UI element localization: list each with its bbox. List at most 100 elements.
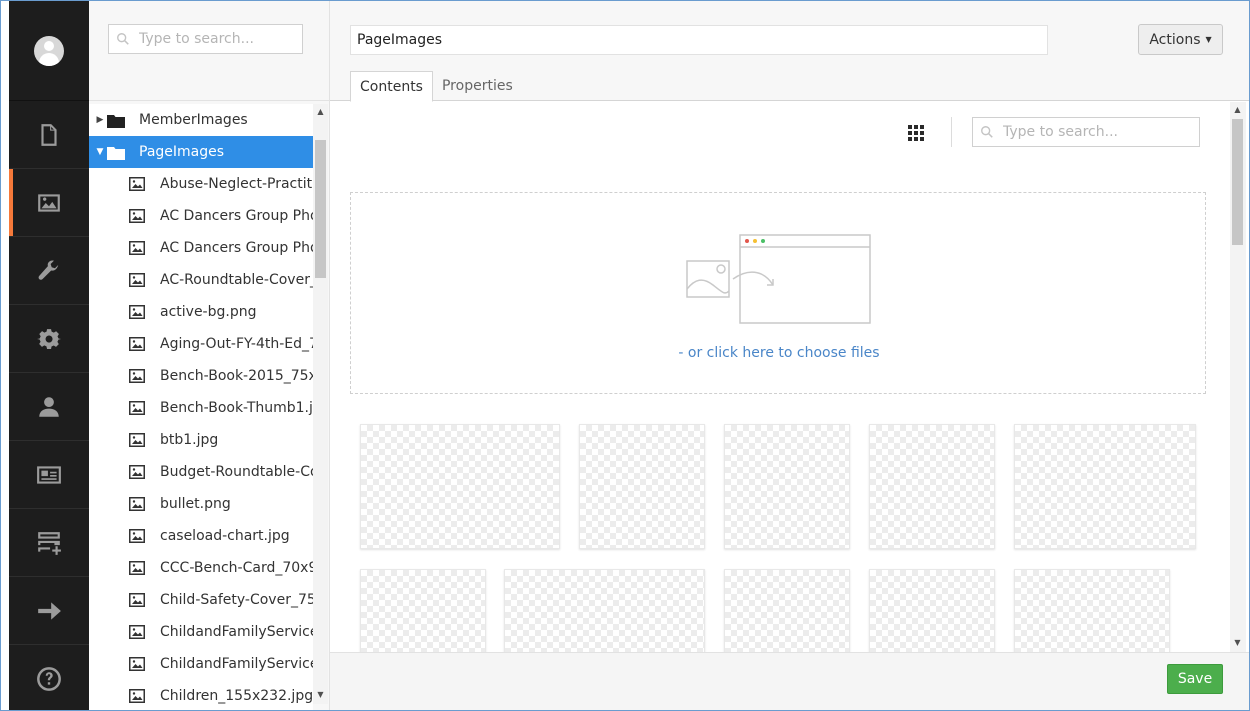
user-area [9,1,89,101]
image-file-icon [129,625,145,639]
tree-file-item[interactable]: Bench-Book-2015_75x9 [89,360,313,392]
nav-forms[interactable] [9,509,89,577]
tree-file-label: Abuse-Neglect-Practitio [160,176,313,192]
tree-file-item[interactable]: caseload-chart.jpg [89,520,313,552]
tree-file-item[interactable]: ChildandFamilyServices [89,648,313,680]
save-button[interactable]: Save [1167,664,1223,694]
tree-folder-pageimages[interactable]: ▼ PageImages [89,136,313,168]
tree-file-item[interactable]: AC-Roundtable-Cover_7 [89,264,313,296]
tree-file-item[interactable]: CCC-Bench-Card_70x98 [89,552,313,584]
user-icon [39,396,59,417]
upload-dropzone[interactable]: - or click here to choose files [350,192,1206,394]
image-file-icon [129,369,145,383]
tree-file-item[interactable]: Budget-Roundtable-Cov [89,456,313,488]
nav-developer[interactable] [9,305,89,373]
tree-file-label: Children_155x232.jpg [160,688,313,704]
tree-file-item[interactable]: active-bg.png [89,296,313,328]
nav-redirect[interactable] [9,577,89,645]
tree-file-label: active-bg.png [160,304,257,320]
tree-search-box[interactable] [108,24,303,54]
tree-file-item[interactable]: AC Dancers Group Phot [89,200,313,232]
tree-file-item[interactable]: bullet.png [89,488,313,520]
tree-file-item[interactable]: btb1.jpg [89,424,313,456]
tree-file-item[interactable]: Child-Safety-Cover_75x [89,584,313,616]
image-icon [38,193,60,212]
scroll-down-icon[interactable]: ▼ [313,687,328,702]
tree-file-item[interactable]: Aging-Out-FY-4th-Ed_75 [89,328,313,360]
image-file-icon [129,241,145,255]
actions-button[interactable]: Actions ▼ [1138,24,1223,55]
scroll-up-icon[interactable]: ▲ [313,104,328,119]
contents-panel: - or click here to choose files [330,102,1230,653]
content-search-input[interactable] [1003,124,1153,140]
tree-folder-label: MemberImages [139,112,248,128]
grid-view-icon[interactable] [908,125,924,141]
actions-label: Actions [1149,31,1201,48]
avatar[interactable] [34,35,64,66]
expand-arrow-icon[interactable]: ▶ [89,115,107,125]
nav-members[interactable] [9,441,89,509]
tree-file-item[interactable]: ChildandFamilyServices [89,616,313,648]
gear-icon [37,328,62,349]
nav-users[interactable] [9,373,89,441]
id-card-icon [37,465,61,484]
media-thumbnail[interactable] [360,569,486,653]
tree-file-label: AC Dancers Group Phot [160,208,313,224]
image-file-icon [129,593,145,607]
tree-folder-memberimages[interactable]: ▶ MemberImages [89,104,313,136]
media-thumbnail[interactable] [724,569,850,653]
nav-help[interactable] [9,645,89,710]
tree-file-label: btb1.jpg [160,432,219,448]
tab-contents[interactable]: Contents [350,71,433,102]
search-icon [981,126,993,138]
image-file-icon [129,209,145,223]
media-thumbnail[interactable] [1014,569,1170,653]
tree-file-item[interactable]: Children_155x232.jpg [89,680,313,710]
folder-name-input[interactable] [350,25,1048,55]
tree-file-label: Child-Safety-Cover_75x [160,592,313,608]
media-thumbnail[interactable] [724,424,850,549]
tree-file-label: Bench-Book-Thumb1.jp [160,400,313,416]
media-thumbnail[interactable] [869,569,995,653]
wrench-icon [38,259,59,280]
tree-file-item[interactable]: Bench-Book-Thumb1.jp [89,392,313,424]
scrollbar-thumb[interactable] [315,140,326,278]
collapse-arrow-icon[interactable]: ▼ [89,147,107,157]
media-thumbnail[interactable] [869,424,995,549]
nav-settings[interactable] [9,237,89,305]
choose-files-link[interactable]: - or click here to choose files [351,345,1207,361]
image-file-icon [129,529,145,543]
tree-file-label: AC Dancers Group Phot [160,240,313,256]
tree-file-item[interactable]: AC Dancers Group Phot [89,232,313,264]
media-thumbnail[interactable] [579,424,705,549]
tree-file-label: AC-Roundtable-Cover_7 [160,272,313,288]
tree-folder-label: PageImages [139,144,225,160]
tab-properties[interactable]: Properties [433,71,522,102]
media-thumbnail[interactable] [504,569,705,653]
image-file-icon [129,273,145,287]
media-thumbnail[interactable] [1014,424,1196,549]
tree-file-label: bullet.png [160,496,231,512]
document-icon [41,123,57,146]
image-file-icon [129,689,145,703]
scrollbar-thumb[interactable] [1232,119,1243,245]
scroll-down-icon[interactable]: ▼ [1230,635,1245,650]
media-tree-panel: ▶ MemberImages ▼ PageImages Abuse-Neglec… [89,1,330,710]
content-search-box[interactable] [972,117,1200,147]
media-tree: ▶ MemberImages ▼ PageImages Abuse-Neglec… [89,104,313,710]
tree-scrollbar[interactable]: ▲ ▼ [313,104,328,704]
content-scrollbar[interactable]: ▲ ▼ [1230,102,1246,652]
scroll-up-icon[interactable]: ▲ [1230,102,1245,117]
image-file-icon [129,561,145,575]
tree-search-input[interactable] [139,31,289,47]
editor-footer: Save [330,652,1249,710]
tree-file-label: Budget-Roundtable-Cov [160,464,313,480]
help-icon [37,666,61,691]
tree-file-item[interactable]: Abuse-Neglect-Practitio [89,168,313,200]
image-file-icon [129,401,145,415]
nav-media[interactable] [9,169,89,237]
media-thumbnail[interactable] [360,424,560,549]
image-file-icon [129,337,145,351]
tree-search-area [89,1,329,101]
nav-content[interactable] [9,101,89,169]
